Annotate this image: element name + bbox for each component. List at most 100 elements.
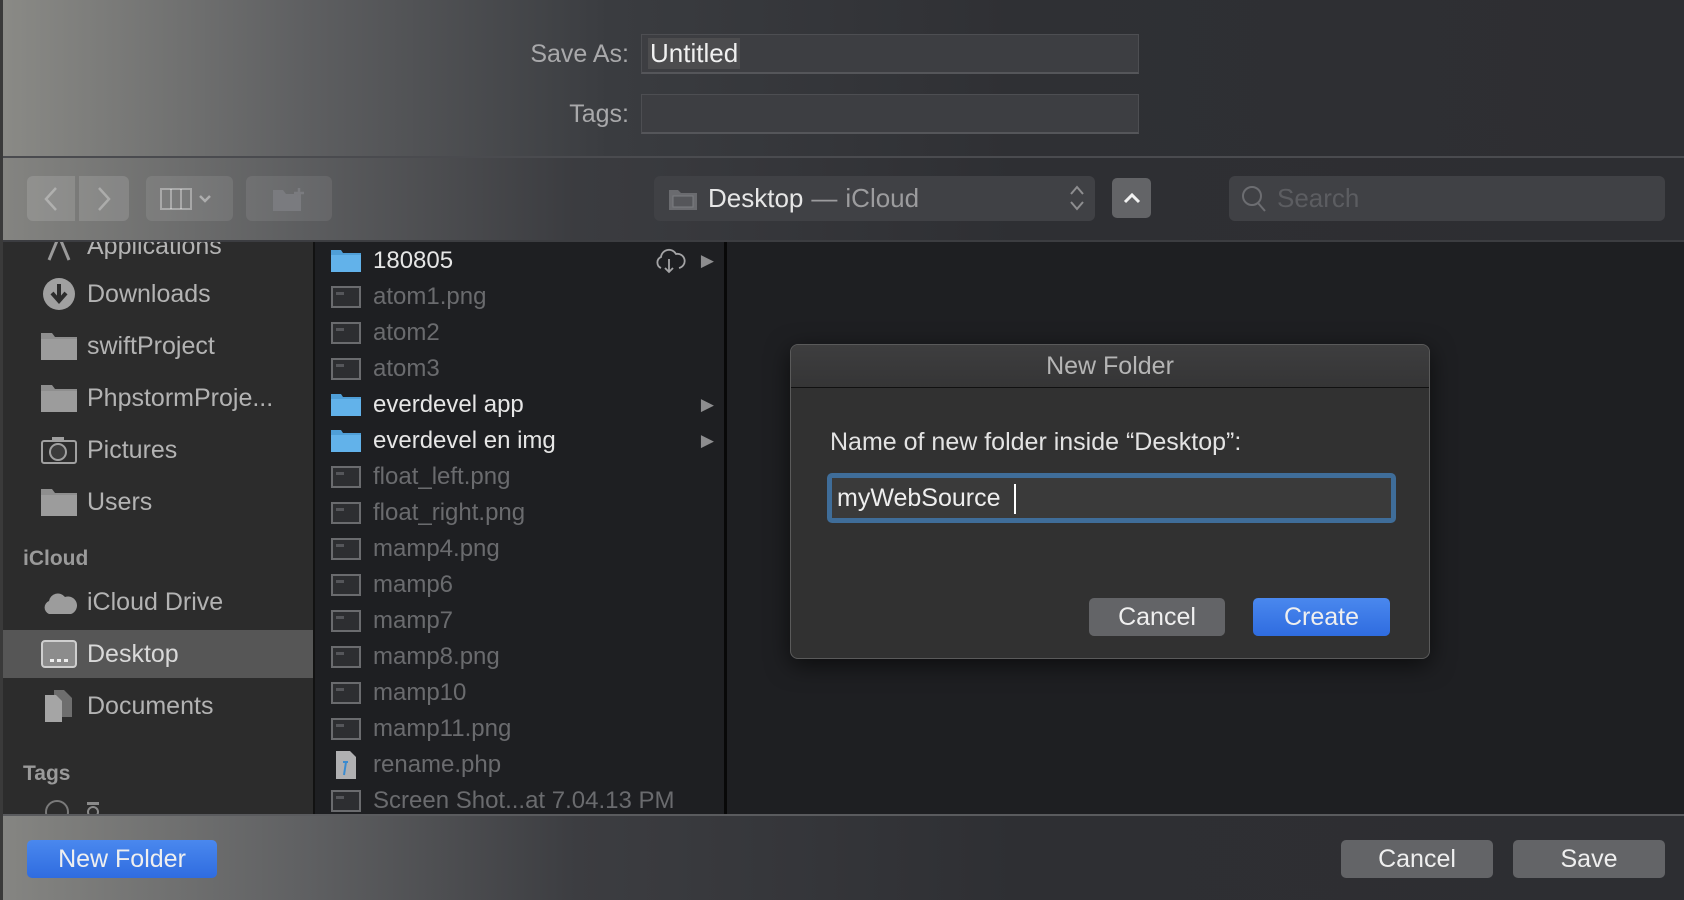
sidebar-item-swiftproject[interactable]: swiftProject: [3, 322, 313, 370]
folder-icon: [331, 393, 361, 417]
image-file-icon: [331, 357, 361, 381]
file-name: everdevel app: [373, 391, 524, 418]
file-row[interactable]: atom1.png: [317, 279, 724, 315]
folder-icon: [41, 330, 77, 362]
file-row[interactable]: Screen Shot...at 7.04.13 PM: [317, 783, 724, 814]
documents-icon: [41, 690, 77, 722]
tags-field[interactable]: [641, 94, 1139, 134]
dialog-create-button[interactable]: Create: [1253, 598, 1390, 636]
file-row[interactable]: atom2: [317, 315, 724, 351]
file-name: mamp4.png: [373, 535, 500, 562]
expand-collapse-button[interactable]: [1112, 178, 1151, 218]
search-input[interactable]: [1277, 183, 1657, 214]
file-row[interactable]: mamp7: [317, 603, 724, 639]
chevron-right-icon: [98, 186, 111, 211]
file-row[interactable]: mamp10: [317, 675, 724, 711]
forward-button[interactable]: [79, 176, 129, 221]
save-header: Save As: Untitled Tags:: [3, 0, 1684, 158]
image-file-icon: [331, 609, 361, 633]
file-row[interactable]: mamp11.png: [317, 711, 724, 747]
file-name: mamp10: [373, 679, 467, 706]
folder-icon: [41, 382, 77, 414]
disclosure-arrow-icon: ▶: [700, 251, 714, 270]
image-file-icon: [331, 537, 361, 561]
save-button[interactable]: Save: [1513, 840, 1665, 878]
bottom-bar: New Folder Cancel Save: [3, 814, 1684, 900]
sidebar-item-label: Documents: [87, 691, 214, 720]
disclosure-arrow-icon: ▶: [700, 395, 714, 414]
back-button[interactable]: [27, 176, 75, 221]
location-separator: —: [811, 183, 838, 213]
toolbar: Desktop — iCloud: [3, 158, 1684, 242]
file-row[interactable]: everdevel en img ▶: [317, 423, 724, 459]
save-as-field[interactable]: Untitled: [641, 34, 1139, 74]
desktop-icon: [41, 638, 77, 670]
new-folder-button[interactable]: New Folder: [27, 840, 217, 878]
sidebar-item-applications[interactable]: Applications: [3, 242, 313, 270]
stepper-icon: [1070, 185, 1084, 211]
save-as-value: Untitled: [648, 38, 741, 69]
file-name: Screen Shot...at 7.04.13 PM: [373, 787, 675, 814]
save-as-label: Save As:: [530, 39, 629, 68]
sidebar-item-label: Applications: [87, 242, 222, 260]
search-field[interactable]: [1229, 176, 1665, 221]
dialog-cancel-button[interactable]: Cancel: [1089, 598, 1225, 636]
applications-icon: [41, 242, 77, 262]
file-row[interactable]: float_right.png: [317, 495, 724, 531]
file-row[interactable]: mamp8.png: [317, 639, 724, 675]
folder-name-input[interactable]: [832, 478, 1391, 518]
sidebar-item-label: Desktop: [87, 639, 179, 668]
image-file-icon: [331, 573, 361, 597]
sidebar-item-label: PhpstormProje...: [87, 383, 274, 412]
tag-circle-icon: [45, 800, 99, 814]
sidebar-item-label: swiftProject: [87, 331, 215, 360]
folder-icon: [41, 486, 77, 518]
file-name: atom2: [373, 319, 440, 346]
file-row[interactable]: mamp6: [317, 567, 724, 603]
save-dialog-window: Save As: Untitled Tags: Desktop — iCloud…: [0, 0, 1684, 900]
file-row[interactable]: rename.php: [317, 747, 724, 783]
camera-icon: [41, 434, 77, 466]
text-caret: [1014, 484, 1016, 514]
folder-icon: [331, 249, 361, 273]
sidebar-item-phpstormprojects[interactable]: PhpstormProje...: [3, 374, 313, 422]
location-secondary: iCloud: [845, 183, 920, 213]
cancel-button[interactable]: Cancel: [1341, 840, 1493, 878]
image-file-icon: [331, 321, 361, 345]
dialog-title: New Folder: [791, 345, 1429, 388]
image-file-icon: [331, 465, 361, 489]
sidebar-item-icloud-drive[interactable]: iCloud Drive: [3, 578, 313, 626]
sidebar-item-label: iCloud Drive: [87, 587, 224, 616]
sidebar-heading-icloud: iCloud: [23, 547, 89, 570]
sidebar-item-label: Downloads: [87, 279, 211, 308]
disclosure-arrow-icon: ▶: [700, 431, 714, 450]
file-row[interactable]: float_left.png: [317, 459, 724, 495]
file-row[interactable]: 180805 ▶: [317, 243, 724, 279]
cloud-download-icon[interactable]: [652, 248, 686, 281]
sidebar-item-users[interactable]: Users: [3, 478, 313, 526]
sidebar-item-documents[interactable]: Documents: [3, 682, 313, 730]
location-popup[interactable]: Desktop — iCloud: [654, 176, 1095, 221]
php-file-icon: [331, 751, 361, 779]
sidebar-item-downloads[interactable]: Downloads: [3, 270, 313, 318]
file-row[interactable]: mamp4.png: [317, 531, 724, 567]
image-file-icon: [331, 285, 361, 309]
location-primary: Desktop: [708, 183, 804, 213]
folder-add-icon: [273, 187, 304, 211]
download-icon: [41, 278, 77, 310]
file-name: rename.php: [373, 751, 502, 778]
file-name: 180805: [373, 247, 454, 274]
sidebar-item-desktop[interactable]: Desktop: [3, 630, 313, 678]
sidebar-item-pictures[interactable]: Pictures: [3, 426, 313, 474]
column-view-icon: [159, 187, 211, 210]
view-mode-button[interactable]: [146, 176, 233, 221]
chevron-left-icon: [44, 186, 57, 211]
new-folder-toolbar-button[interactable]: [246, 176, 332, 221]
file-name: mamp6: [373, 571, 454, 598]
folder-name-field[interactable]: [827, 473, 1396, 523]
file-row[interactable]: atom3: [317, 351, 724, 387]
sidebar-heading-tags: Tags: [23, 762, 71, 785]
file-row[interactable]: everdevel app ▶: [317, 387, 724, 423]
file-name: float_left.png: [373, 463, 511, 490]
image-file-icon: [331, 501, 361, 525]
